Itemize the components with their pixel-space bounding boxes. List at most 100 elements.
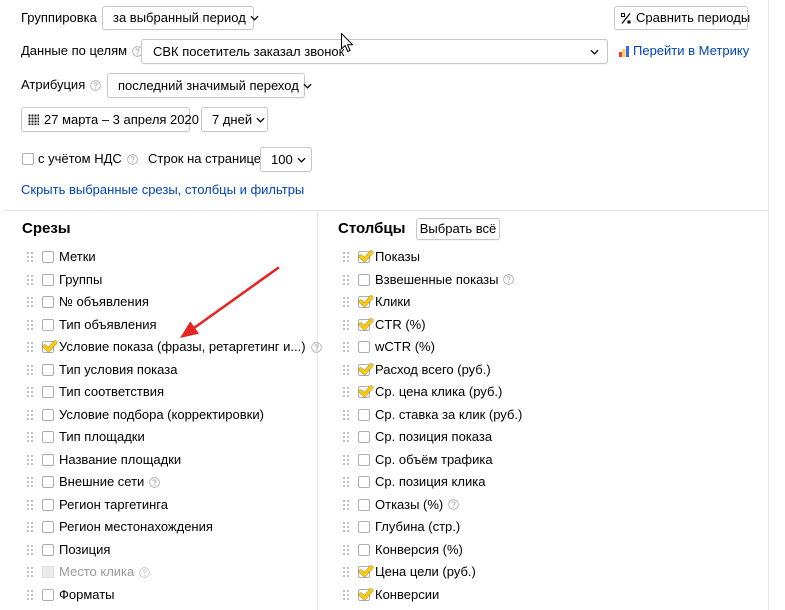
vat-checkbox[interactable] [22, 153, 34, 165]
drag-handle-icon[interactable] [26, 318, 34, 331]
metrika-link[interactable]: Перейти в Метрику [619, 43, 749, 59]
column-checkbox[interactable] [358, 453, 370, 466]
column-row[interactable]: Конверсии [342, 583, 522, 606]
slice-row[interactable]: Условие показа (фразы, ретаргетинг и...) [26, 336, 322, 359]
column-checkbox[interactable] [358, 498, 370, 511]
drag-handle-icon[interactable] [26, 543, 34, 556]
drag-handle-icon[interactable] [342, 566, 350, 578]
drag-handle-icon[interactable] [26, 431, 34, 443]
slice-row[interactable]: Внешние сети [26, 471, 322, 494]
drag-handle-icon[interactable] [26, 408, 34, 421]
drag-handle-icon[interactable] [26, 251, 34, 263]
column-checkbox[interactable] [358, 521, 370, 533]
slice-row[interactable]: Регион местонахождения [26, 516, 322, 539]
slice-row[interactable]: Тип площадки [26, 426, 322, 449]
help-icon[interactable] [448, 499, 460, 510]
drag-handle-icon[interactable] [26, 498, 34, 511]
column-row[interactable]: Взвешенные показы [342, 268, 522, 291]
slice-checkbox[interactable] [42, 431, 54, 443]
column-checkbox[interactable] [358, 408, 370, 421]
slice-checkbox[interactable] [42, 588, 54, 601]
slice-checkbox[interactable] [42, 341, 54, 353]
slice-checkbox[interactable] [42, 521, 54, 533]
hide-filters-link-label[interactable]: Скрыть выбранные срезы, столбцы и фильтр… [21, 182, 304, 198]
column-row[interactable]: Ср. позиция клика [342, 471, 522, 494]
drag-handle-icon[interactable] [342, 386, 350, 398]
slice-row[interactable]: Тип условия показа [26, 358, 322, 381]
slice-checkbox[interactable] [42, 476, 54, 488]
column-row[interactable]: Клики [342, 291, 522, 314]
slice-row[interactable]: Позиция [26, 538, 322, 561]
column-checkbox[interactable] [358, 431, 370, 443]
drag-handle-icon[interactable] [342, 476, 350, 488]
rows-per-page-select[interactable]: 100 [260, 147, 312, 172]
attribution-select[interactable]: последний значимый переход [107, 73, 312, 98]
drag-handle-icon[interactable] [26, 341, 34, 353]
slice-row[interactable]: Форматы [26, 583, 322, 606]
column-checkbox[interactable] [358, 476, 370, 488]
drag-handle-icon[interactable] [342, 453, 350, 466]
select-all-button[interactable]: Выбрать всё [416, 218, 500, 240]
slice-checkbox[interactable] [42, 498, 54, 511]
drag-handle-icon[interactable] [342, 588, 350, 601]
column-row[interactable]: Цена цели (руб.) [342, 561, 522, 584]
column-checkbox[interactable] [358, 318, 370, 331]
drag-handle-icon[interactable] [26, 476, 34, 488]
drag-handle-icon[interactable] [342, 521, 350, 533]
column-row[interactable]: Ср. ставка за клик (руб.) [342, 403, 522, 426]
slice-checkbox[interactable] [42, 386, 54, 398]
slice-checkbox[interactable] [42, 273, 54, 286]
column-row[interactable]: CTR (%) [342, 313, 522, 336]
drag-handle-icon[interactable] [26, 588, 34, 601]
slice-checkbox[interactable] [42, 408, 54, 421]
vat-field[interactable]: с учётом НДС [38, 151, 138, 167]
drag-handle-icon[interactable] [342, 296, 350, 308]
grouping-select[interactable]: за выбранный период [102, 6, 259, 30]
drag-handle-icon[interactable] [26, 296, 34, 308]
column-row[interactable]: Конверсия (%) [342, 538, 522, 561]
drag-handle-icon[interactable] [26, 521, 34, 533]
drag-handle-icon[interactable] [342, 318, 350, 331]
column-row[interactable]: Ср. позиция показа [342, 426, 522, 449]
drag-handle-icon[interactable] [342, 543, 350, 556]
slice-checkbox[interactable] [42, 251, 54, 263]
drag-handle-icon[interactable] [26, 453, 34, 466]
help-icon[interactable] [503, 274, 515, 285]
slice-row[interactable]: Условие подбора (корректировки) [26, 403, 322, 426]
column-row[interactable]: wCTR (%) [342, 336, 522, 359]
slice-row[interactable]: № объявления [26, 291, 322, 314]
drag-handle-icon[interactable] [26, 363, 34, 376]
slice-row[interactable]: Метки [26, 246, 322, 269]
help-icon[interactable] [90, 79, 102, 91]
date-range-button[interactable]: 27 марта – 3 апреля 2020 [21, 107, 199, 132]
metrika-link-label[interactable]: Перейти в Метрику [633, 43, 749, 59]
slice-row[interactable]: Регион таргетинга [26, 493, 322, 516]
hide-filters-link[interactable]: Скрыть выбранные срезы, столбцы и фильтр… [21, 182, 304, 198]
column-checkbox[interactable] [358, 566, 370, 578]
help-icon[interactable] [149, 476, 161, 488]
drag-handle-icon[interactable] [342, 498, 350, 511]
column-row[interactable]: Расход всего (руб.) [342, 358, 522, 381]
help-icon[interactable] [310, 341, 322, 353]
column-checkbox[interactable] [358, 386, 370, 398]
slice-row[interactable]: Группы [26, 268, 322, 291]
drag-handle-icon[interactable] [26, 273, 34, 286]
slice-checkbox[interactable] [42, 363, 54, 376]
slice-row[interactable]: Тип объявления [26, 313, 322, 336]
column-checkbox[interactable] [358, 543, 370, 556]
drag-handle-icon[interactable] [342, 251, 350, 263]
help-icon[interactable] [139, 566, 151, 578]
slice-row[interactable]: Тип соответствия [26, 381, 322, 404]
drag-handle-icon[interactable] [342, 431, 350, 443]
drag-handle-icon[interactable] [26, 386, 34, 398]
column-row[interactable]: Ср. цена клика (руб.) [342, 381, 522, 404]
column-checkbox[interactable] [358, 588, 370, 601]
column-checkbox[interactable] [358, 341, 370, 353]
drag-handle-icon[interactable] [342, 273, 350, 286]
column-checkbox[interactable] [358, 273, 370, 286]
column-row[interactable]: Ср. объём трафика [342, 448, 522, 471]
slice-checkbox[interactable] [42, 318, 54, 331]
compare-periods-button[interactable]: Сравнить периоды [614, 6, 750, 30]
column-checkbox[interactable] [358, 363, 370, 376]
drag-handle-icon[interactable] [342, 408, 350, 421]
